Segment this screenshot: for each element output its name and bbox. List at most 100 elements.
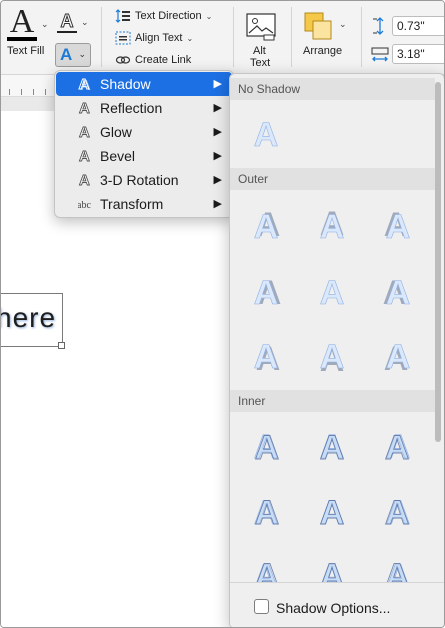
menu-item-label: Reflection <box>100 100 163 116</box>
shape-width-field[interactable]: 3.18" <box>392 44 444 64</box>
shadow-preset-glyph: AAA <box>384 428 410 468</box>
gallery-scrollbar[interactable] <box>434 82 442 592</box>
shadow-preset-inner[interactable]: AAA <box>314 490 350 533</box>
shape-height-field[interactable]: 0.73" <box>392 16 444 36</box>
shadow-preset-inner[interactable]: AAA <box>248 490 284 533</box>
menu-item-transform[interactable]: abc Transform ▶ <box>56 192 232 216</box>
gallery-footer: Shadow Options... <box>230 582 444 627</box>
shadow-preset-outer[interactable]: AA <box>380 334 416 378</box>
shadow-preset-glyph: AAA <box>253 494 280 533</box>
transform-effect-icon: abc <box>78 200 91 211</box>
align-text-label: Align Text <box>135 32 183 44</box>
shadow-preset-inner[interactable]: AAA <box>380 490 416 533</box>
shadow-preset-glyph: AAA <box>384 557 410 582</box>
svg-text:A: A <box>386 338 411 376</box>
svg-text:A: A <box>255 557 280 582</box>
shadow-preset-glyph: AA <box>253 274 281 313</box>
text-box-content[interactable]: here <box>1 296 56 340</box>
shadow-preset-inner[interactable]: AAA <box>248 554 284 582</box>
menu-item-label: Transform <box>100 196 164 212</box>
shadow-preset-glyph: AAA <box>319 494 344 533</box>
text-outline-button[interactable]: A <box>57 11 77 33</box>
arrange-icon[interactable] <box>303 11 333 41</box>
svg-text:A: A <box>254 338 279 376</box>
bevel-effect-icon: A <box>79 148 91 164</box>
shadow-preset-none[interactable]: A <box>248 112 284 155</box>
section-header-no-shadow: No Shadow <box>230 78 435 100</box>
menu-item-label: Bevel <box>100 148 136 164</box>
shadow-gallery-submenu: No Shadow Outer Inner AAAAAAAAAAAAAAAAAA… <box>229 73 444 627</box>
shadow-preset-inner[interactable]: AAA <box>380 424 416 468</box>
svg-text:A: A <box>255 494 280 532</box>
scrollbar-thumb[interactable] <box>435 82 441 442</box>
shadow-options-checkbox[interactable] <box>254 599 269 614</box>
shadow-preset-inner[interactable]: AAA <box>380 554 416 582</box>
selected-text-box[interactable]: here <box>1 293 65 349</box>
svg-text:A: A <box>79 100 90 116</box>
svg-text:A: A <box>320 429 345 467</box>
shadow-preset-glyph: AA <box>384 206 411 246</box>
svg-text:A: A <box>385 494 410 532</box>
shadow-preset-outer[interactable]: AA <box>380 204 416 246</box>
shadow-preset-outer[interactable]: AA <box>248 204 284 246</box>
svg-text:A: A <box>254 208 279 246</box>
menu-item-glow[interactable]: A Glow ▶ <box>56 120 232 144</box>
text-fill-dropdown-icon[interactable]: ⌄ <box>41 19 49 30</box>
text-effects-menu: AA Shadow ▶ A Reflection ▶ A Glow ▶ A Be… <box>54 70 234 218</box>
shadow-options-link[interactable]: Shadow Options... <box>276 600 390 616</box>
menu-item-bevel[interactable]: A Bevel ▶ <box>56 144 232 168</box>
arrange-label: Arrange <box>303 45 343 57</box>
text-fill-color-swatch <box>7 37 37 41</box>
menu-item-shadow[interactable]: AA Shadow ▶ <box>56 72 232 96</box>
svg-text:A: A <box>320 208 345 246</box>
align-text-icon <box>115 31 131 45</box>
menu-item-label: 3-D Rotation <box>100 172 179 188</box>
chevron-down-icon: ⌄ <box>78 49 86 59</box>
text-direction-button[interactable]: Text Direction ⌄ <box>115 9 212 29</box>
alt-text-icon[interactable] <box>246 13 276 41</box>
divider <box>291 7 292 67</box>
text-outline-dropdown-icon[interactable]: ⌄ <box>81 17 89 28</box>
shadow-preset-glyph: AAA <box>253 557 280 582</box>
shadow-preset-outer[interactable]: AA <box>248 270 284 313</box>
shadow-preset-outer[interactable]: AA <box>314 334 350 379</box>
menu-item-reflection[interactable]: A Reflection ▶ <box>56 96 232 120</box>
text-direction-icon <box>115 9 130 23</box>
text-effects-icon: A <box>60 45 73 64</box>
shadow-preset-inner[interactable]: AAA <box>314 554 350 582</box>
text-fill-label: Text Fill <box>7 45 45 57</box>
arrange-dropdown-icon[interactable]: ⌄ <box>339 19 347 30</box>
shadow-preset-outer[interactable]: AA <box>314 204 350 246</box>
shadow-preset-inner[interactable]: AAA <box>314 424 350 468</box>
svg-text:A: A <box>386 274 411 312</box>
svg-text:A: A <box>79 76 90 92</box>
shadow-preset-inner[interactable]: AAA <box>248 424 284 468</box>
shadow-preset-outer[interactable]: AA <box>380 270 416 313</box>
svg-text:A: A <box>255 429 280 467</box>
reflection-effect-icon: A <box>79 100 91 116</box>
resize-handle[interactable] <box>58 342 65 349</box>
submenu-arrow-icon: ▶ <box>213 102 222 114</box>
menu-item-3d-rotation[interactable]: A 3-D Rotation ▶ <box>56 168 232 192</box>
shadow-preset-outer[interactable]: AA <box>314 270 350 313</box>
submenu-arrow-icon: ▶ <box>213 198 222 210</box>
submenu-arrow-icon: ▶ <box>213 150 222 162</box>
submenu-arrow-icon: ▶ <box>213 126 222 138</box>
alt-text-label: Alt <box>253 45 266 57</box>
width-icon <box>371 47 389 62</box>
svg-text:A: A <box>254 274 279 312</box>
text-effects-button[interactable]: A ⌄ <box>55 43 91 67</box>
svg-text:A: A <box>386 208 411 246</box>
section-header-inner: Inner <box>230 390 435 412</box>
svg-text:A: A <box>320 557 345 582</box>
text-fill-button[interactable]: A <box>7 5 37 41</box>
shadow-preset-outer[interactable]: AA <box>248 334 284 378</box>
submenu-arrow-icon: ▶ <box>213 174 222 186</box>
shadow-preset-glyph: AAA <box>319 557 345 582</box>
shadow-preset-glyph: AA <box>319 338 344 379</box>
submenu-arrow-icon: ▶ <box>213 78 222 90</box>
svg-text:A: A <box>385 557 410 582</box>
section-header-outer: Outer <box>230 168 435 190</box>
align-text-button[interactable]: Align Text ⌄ <box>115 31 193 51</box>
svg-text:A: A <box>79 148 90 164</box>
